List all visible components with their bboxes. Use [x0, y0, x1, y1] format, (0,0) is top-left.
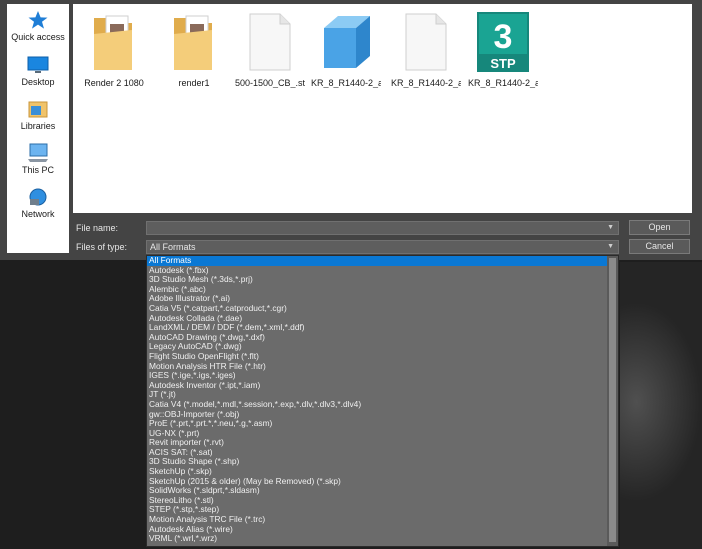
dropdown-option[interactable]: IGES (*.ige,*.igs,*.iges)	[147, 371, 607, 381]
blank-file-icon	[249, 13, 291, 71]
place-network[interactable]: Network	[7, 187, 69, 219]
place-label: This PC	[21, 165, 54, 175]
dropdown-option[interactable]: AutoCAD Drawing (*.dwg,*.dxf)	[147, 333, 607, 343]
stp-badge-text: STP	[490, 56, 516, 71]
dropdown-option[interactable]: Catia V4 (*.model,*.mdl,*.session,*.exp,…	[147, 400, 607, 410]
folder-icon	[174, 15, 212, 70]
stp-badge-number: 3	[494, 18, 513, 56]
star-icon	[28, 11, 48, 29]
dropdown-option[interactable]: StereoLitho (*.stl)	[147, 496, 607, 506]
dropdown-option[interactable]: Alembic (*.abc)	[147, 285, 607, 295]
dropdown-option[interactable]: All Formats	[147, 256, 607, 266]
file-name: KR_8_R1440-2_ar...	[391, 78, 461, 88]
files-of-type-value: All Formats	[150, 242, 196, 252]
dropdown-option[interactable]: ACIS SAT: (*.sat)	[147, 448, 607, 458]
file-item[interactable]: KR_8_R1440-2_ar...	[391, 10, 461, 88]
dropdown-option[interactable]: SketchUp (2015 & older) (May be Removed)…	[147, 477, 607, 487]
dropdown-option[interactable]: Catia V5 (*.catpart,*.catproduct,*.cgr)	[147, 304, 607, 314]
dropdown-option[interactable]: STEP (*.stp,*.step)	[147, 505, 607, 515]
dropdown-option[interactable]: Revit importer (*.rvt)	[147, 438, 607, 448]
blank-file-icon	[405, 13, 447, 71]
place-libraries[interactable]: Libraries	[7, 99, 69, 131]
place-quick-access[interactable]: Quick access	[7, 10, 69, 42]
file-name-label: File name:	[76, 223, 119, 233]
dropdown-option[interactable]: 3D Studio Mesh (*.3ds,*.prj)	[147, 275, 607, 285]
dropdown-option[interactable]: ProE (*.prt,*.prt.*,*.neu,*.g,*.asm)	[147, 419, 607, 429]
dropdown-option[interactable]: Autodesk (*.fbx)	[147, 266, 607, 276]
folder-icon	[94, 15, 132, 70]
file-name: KR_8_R1440-2_ar...	[468, 78, 538, 88]
places-bar: Quick access Desktop Libraries This PC N…	[7, 4, 69, 253]
dropdown-option[interactable]: SketchUp (*.skp)	[147, 467, 607, 477]
dropdown-option[interactable]: Adobe Illustrator (*.ai)	[147, 294, 607, 304]
file-list: Render 2 1080 render1 500-1500_CB_.step	[73, 4, 692, 213]
file-item[interactable]: 3 STP KR_8_R1440-2_ar...	[468, 10, 538, 88]
dropdown-option[interactable]: Legacy AutoCAD (*.dwg)	[147, 342, 607, 352]
dropdown-option[interactable]: Flight Studio OpenFlight (*.flt)	[147, 352, 607, 362]
dropdown-options: All Formats Autodesk (*.fbx) 3D Studio Mes…	[147, 256, 607, 546]
chevron-down-icon[interactable]: ▼	[607, 241, 614, 253]
file-name: KR_8_R1440-2_ar...	[311, 78, 381, 88]
place-label: Libraries	[20, 121, 56, 131]
file-name-input[interactable]: ▼	[146, 221, 619, 235]
cube-file-icon	[324, 16, 370, 68]
dropdown-option[interactable]: Autodesk Collada (*.dae)	[147, 314, 607, 324]
background-viewport	[620, 262, 702, 549]
network-icon	[29, 188, 47, 206]
place-label: Network	[21, 209, 55, 219]
files-of-type-select[interactable]: All Formats ▼	[146, 240, 619, 254]
3ds-stp-file-icon: 3 STP	[477, 12, 529, 72]
dropdown-option[interactable]: Motion Analysis HTR File (*.htr)	[147, 362, 607, 372]
dropdown-option[interactable]: Autodesk Alias (*.wire)	[147, 525, 607, 535]
file-item[interactable]: Render 2 1080	[79, 10, 149, 88]
computer-icon	[28, 143, 48, 162]
libraries-icon	[28, 101, 48, 118]
file-item[interactable]: 500-1500_CB_.step	[235, 10, 305, 88]
desktop-icon	[27, 56, 49, 73]
dropdown-option[interactable]: 3D Studio Shape (*.shp)	[147, 457, 607, 467]
file-type-dropdown-list[interactable]: All Formats Autodesk (*.fbx) 3D Studio Mes…	[146, 255, 619, 547]
dropdown-option[interactable]: JT (*.jt)	[147, 390, 607, 400]
place-label: Desktop	[21, 77, 55, 87]
dropdown-option[interactable]: UG-NX (*.prt)	[147, 429, 607, 439]
dropdown-option[interactable]: Autodesk Inventor (*.ipt,*.iam)	[147, 381, 607, 391]
place-label: Quick access	[11, 32, 65, 42]
scrollbar-thumb[interactable]	[609, 258, 616, 542]
dropdown-option[interactable]: gw::OBJ-Importer (*.obj)	[147, 410, 607, 420]
file-name: Render 2 1080	[84, 78, 144, 88]
file-open-dialog: Quick access Desktop Libraries This PC N…	[0, 0, 702, 260]
dropdown-option[interactable]: LandXML / DEM / DDF (*.dem,*.xml,*.ddf)	[147, 323, 607, 333]
files-of-type-label: Files of type:	[76, 242, 128, 252]
open-button[interactable]: Open	[629, 220, 690, 235]
file-name: 500-1500_CB_.step	[235, 78, 305, 88]
chevron-down-icon[interactable]: ▼	[607, 222, 614, 234]
dropdown-option[interactable]: VRML (*.wrl,*.wrz)	[147, 534, 607, 544]
dropdown-option[interactable]: Motion Analysis TRC File (*.trc)	[147, 515, 607, 525]
file-item[interactable]: render1	[159, 10, 229, 88]
place-this-pc[interactable]: This PC	[7, 143, 69, 175]
dropdown-scrollbar[interactable]	[607, 256, 618, 546]
cancel-button[interactable]: Cancel	[629, 239, 690, 254]
place-desktop[interactable]: Desktop	[7, 55, 69, 87]
dropdown-option[interactable]: SolidWorks (*.sldprt,*.sldasm)	[147, 486, 607, 496]
file-name: render1	[178, 78, 210, 88]
file-item[interactable]: KR_8_R1440-2_ar...	[311, 10, 381, 88]
